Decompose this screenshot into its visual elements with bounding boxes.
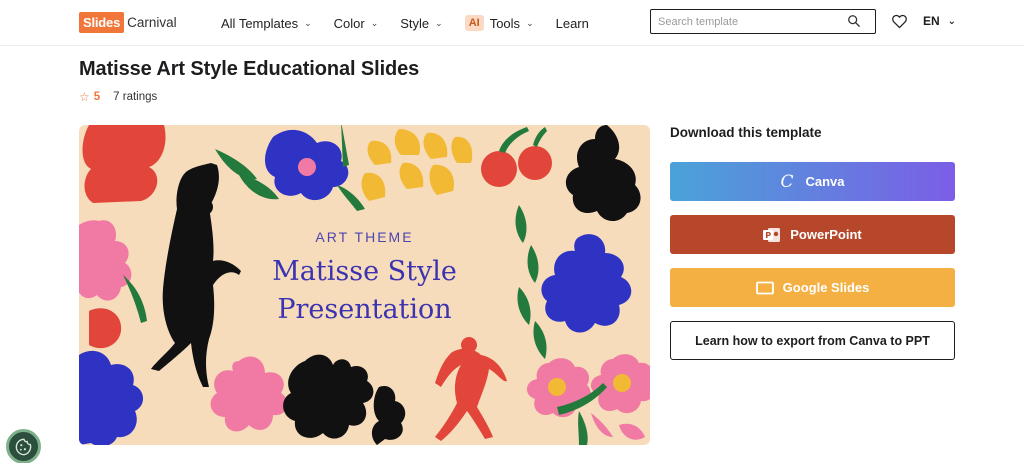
search-input[interactable] bbox=[651, 15, 841, 28]
nav-ai-tools[interactable]: AI Tools ⌄ bbox=[464, 15, 534, 31]
ai-badge: AI bbox=[464, 15, 484, 31]
nav-all-templates[interactable]: All Templates ⌄ bbox=[221, 16, 312, 31]
nav-color-label: Color bbox=[333, 15, 365, 31]
logo-text: Carnival bbox=[127, 14, 177, 30]
language-label: EN bbox=[923, 14, 940, 28]
site-header: Slides Carnival All Templates ⌄ Color ⌄ … bbox=[0, 0, 1024, 46]
canva-icon: C bbox=[780, 171, 794, 192]
export-guide-label: Learn how to export from Canva to PPT bbox=[695, 333, 930, 348]
rating-score: 5 bbox=[93, 91, 101, 103]
page-title: Matisse Art Style Educational Slides bbox=[79, 58, 420, 80]
chevron-down-icon: ⌄ bbox=[526, 17, 534, 28]
powerpoint-icon: P bbox=[763, 227, 781, 243]
heart-icon[interactable] bbox=[891, 13, 908, 30]
nav-learn-label: Learn bbox=[555, 15, 589, 31]
nav-ai-tools-label: Tools bbox=[489, 15, 521, 31]
logo-box: Slides bbox=[79, 11, 125, 33]
canva-button[interactable]: C Canva bbox=[670, 162, 955, 201]
canva-button-label: Canva bbox=[805, 174, 845, 189]
slide-title-line1: Matisse Style bbox=[272, 256, 457, 287]
search-icon[interactable] bbox=[847, 14, 861, 28]
google-slides-button[interactable]: Google Slides bbox=[670, 268, 955, 307]
chevron-down-icon: ⌄ bbox=[304, 17, 312, 28]
nav-all-templates-label: All Templates bbox=[221, 15, 299, 31]
slide-subtitle: ART THEME bbox=[315, 229, 414, 245]
nav-color[interactable]: Color ⌄ bbox=[334, 16, 379, 31]
language-selector[interactable]: EN ⌄ bbox=[923, 14, 956, 28]
cookie-settings-button[interactable] bbox=[6, 429, 41, 463]
powerpoint-button[interactable]: P PowerPoint bbox=[670, 215, 955, 254]
svg-text:P: P bbox=[765, 231, 771, 240]
main-nav: All Templates ⌄ Color ⌄ Style ⌄ AI Tools… bbox=[221, 0, 611, 46]
search-box bbox=[650, 9, 876, 34]
chevron-down-icon: ⌄ bbox=[370, 17, 379, 28]
cookie-icon bbox=[15, 438, 31, 455]
download-heading: Download this template bbox=[670, 125, 822, 140]
nav-style-label: Style bbox=[400, 15, 430, 31]
chevron-down-icon: ⌄ bbox=[947, 15, 957, 27]
chevron-down-icon: ⌄ bbox=[435, 17, 443, 28]
site-logo[interactable]: Slides Carnival bbox=[79, 11, 177, 33]
google-slides-icon bbox=[755, 281, 774, 295]
rating-count[interactable]: 7 ratings bbox=[113, 91, 157, 103]
slide-title-line2: Presentation bbox=[277, 294, 452, 325]
slide-title: Matisse Style Presentation bbox=[79, 253, 650, 329]
export-guide-button[interactable]: Learn how to export from Canva to PPT bbox=[670, 321, 955, 360]
nav-learn[interactable]: Learn bbox=[556, 16, 589, 31]
rating-summary: ☆ 5 7 ratings bbox=[79, 90, 157, 104]
google-slides-button-label: Google Slides bbox=[782, 280, 870, 295]
nav-style[interactable]: Style ⌄ bbox=[400, 16, 442, 31]
template-preview[interactable]: ART THEME Matisse Style Presentation bbox=[79, 125, 650, 445]
powerpoint-button-label: PowerPoint bbox=[790, 227, 862, 242]
star-icon: ☆ bbox=[79, 90, 90, 104]
